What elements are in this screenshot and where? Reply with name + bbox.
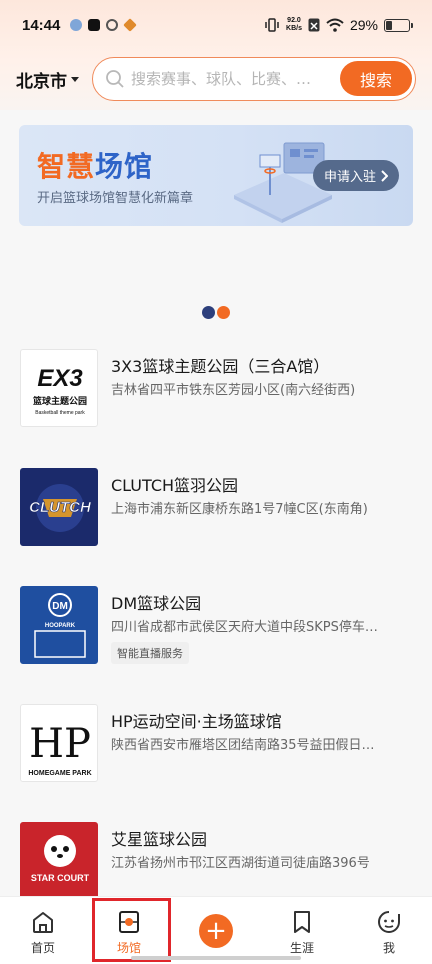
nav-item-home[interactable]: 首页: [0, 897, 86, 964]
banner-subtitle: 开启篮球场馆智慧化新篇章: [37, 191, 194, 206]
nav-label: 生涯: [289, 941, 314, 955]
venue-logo: CLUTCH: [20, 468, 98, 546]
venue-name: HP运动空间·主场篮球馆: [111, 712, 282, 731]
status-time: 14:44: [22, 16, 61, 34]
search-button[interactable]: 搜索: [340, 61, 412, 96]
app-notification-icon: [106, 19, 119, 31]
apply-join-label: 申请入驻: [323, 170, 376, 185]
venue-logo-text: HP: [29, 721, 91, 767]
venue-logo-text: CLUTCH: [29, 499, 92, 516]
apply-join-button[interactable]: 申请入驻: [313, 160, 399, 191]
caret-down-icon: [71, 76, 79, 82]
nav-label: 我: [382, 941, 395, 955]
venue-name: 3X3篮球主题公园（三合A馆）: [111, 357, 330, 376]
vibrate-icon: [265, 18, 279, 32]
venue-item[interactable]: DM HOOPARK DM篮球公园 四川省成都市武侯区天府大道中段SKPS停车……: [20, 586, 420, 666]
search-box[interactable]: 搜索: [92, 57, 416, 101]
city-selector[interactable]: 北京市: [16, 67, 92, 92]
venue-logo-text: DM: [52, 601, 68, 612]
search-input[interactable]: [131, 70, 336, 88]
bottom-nav: 首页 场馆 + 生涯 我: [0, 896, 432, 964]
carousel-indicator: [202, 306, 230, 319]
venue-logo: HP HOMEGAME PARK: [20, 704, 98, 782]
nav-item-add[interactable]: +: [173, 897, 259, 964]
smart-venue-banner[interactable]: 智慧场馆 开启篮球场馆智慧化新篇章 申请入驻: [19, 125, 413, 226]
venue-logo: EX3 篮球主题公园 Basketball theme park: [20, 349, 98, 427]
nav-item-career[interactable]: 生涯: [259, 897, 345, 964]
venue-logo-caption: Basketball theme park: [35, 410, 85, 416]
venue-name: 艾星篮球公园: [111, 830, 208, 849]
venue-logo: STAR COURT: [20, 822, 98, 900]
venue-address: 四川省成都市武侯区天府大道中段SKPS停车…: [111, 620, 378, 635]
battery-icon: [384, 18, 413, 32]
home-icon: [33, 912, 53, 933]
career-icon: [294, 911, 310, 933]
venue-item[interactable]: EX3 篮球主题公园 Basketball theme park 3X3篮球主题…: [20, 349, 420, 429]
profile-icon: [378, 911, 400, 933]
venue-address: 上海市浦东新区康桥东路1号7幢C区(东南角): [111, 502, 368, 517]
venue-address: 江苏省扬州市邗江区西湖街道司徒庙路396号: [111, 856, 370, 871]
add-icon: +: [199, 914, 233, 948]
venue-logo-subtext: HOMEGAME PARK: [28, 770, 91, 777]
sim-icon: [308, 18, 320, 32]
nav-label: 首页: [30, 941, 55, 955]
live-service-badge: 智能直播服务: [111, 642, 189, 664]
banner-title: 智慧场馆: [37, 150, 154, 183]
nav-item-venue[interactable]: 场馆: [86, 897, 172, 964]
venue-address: 吉林省四平市铁东区芳园小区(南六经街西): [111, 383, 356, 398]
venue-name: DM篮球公园: [111, 594, 202, 613]
nav-label: 场馆: [116, 941, 141, 955]
search-row: 北京市 搜索: [0, 56, 432, 102]
app-notification-icon: [123, 18, 138, 32]
carousel-dot-active[interactable]: [217, 306, 230, 319]
venue-name: CLUTCH篮羽公园: [111, 476, 239, 495]
venue-item[interactable]: CLUTCH CLUTCH篮羽公园 上海市浦东新区康桥东路1号7幢C区(东南角): [20, 468, 420, 548]
network-speed: 92.0 KB/s: [286, 17, 302, 32]
nav-item-profile[interactable]: 我: [346, 897, 432, 964]
carousel-dot[interactable]: [202, 306, 215, 319]
venue-icon: [119, 911, 139, 933]
venue-logo-text: EX3: [37, 365, 83, 392]
app-notification-icon: [70, 19, 83, 31]
battery-percentage: 29%: [349, 17, 378, 33]
search-icon: [106, 70, 124, 88]
wifi-icon: [326, 18, 344, 32]
venue-address: 陕西省西安市雁塔区团结南路35号益田假日…: [111, 738, 375, 753]
battery-level: [386, 20, 392, 30]
venue-logo-subtext: HOOPARK: [45, 623, 76, 629]
notification-icons: [70, 18, 138, 32]
tiktok-icon: [88, 19, 101, 31]
status-bar: 14:44 92.0 KB/s 29%: [0, 0, 432, 50]
venue-logo-text: STAR COURT: [31, 873, 90, 883]
venue-item[interactable]: STAR COURT 艾星篮球公园 江苏省扬州市邗江区西湖街道司徒庙路396号: [20, 822, 420, 902]
home-indicator: [131, 956, 301, 960]
chevron-right-icon: [381, 169, 388, 182]
venue-item[interactable]: HP HOMEGAME PARK HP运动空间·主场篮球馆 陕西省西安市雁塔区团…: [20, 704, 420, 784]
city-label: 北京市: [16, 71, 67, 92]
venue-logo: DM HOOPARK: [20, 586, 98, 664]
venue-logo-subtext: 篮球主题公园: [32, 395, 87, 407]
